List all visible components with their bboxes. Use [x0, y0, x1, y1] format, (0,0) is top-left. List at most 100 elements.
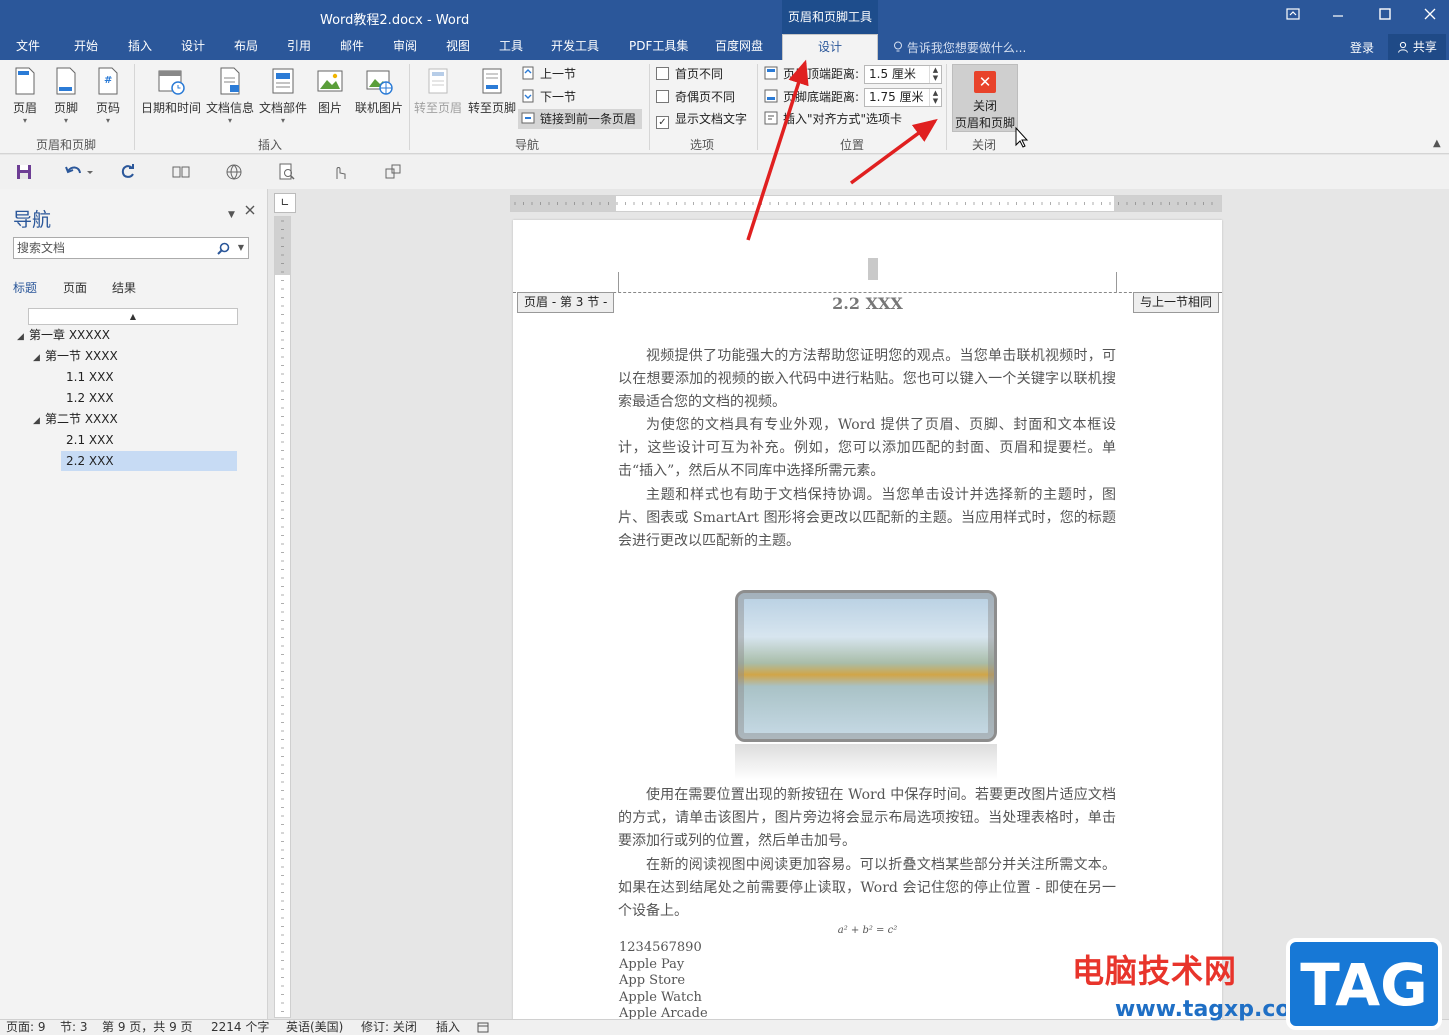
nav-options-dropdown-icon[interactable]: ▼: [228, 210, 235, 220]
horizontal-ruler-ticks: [511, 196, 1221, 211]
nav-search-input[interactable]: 搜索文档 ▼: [13, 237, 249, 259]
body-paragraph[interactable]: 在新的阅读视图中阅读更加容易。可以折叠文档某些部分并关注所需文本。如果在达到结尾…: [618, 854, 1116, 923]
status-track-changes[interactable]: 修订: 关闭: [361, 1020, 417, 1035]
nav-close-icon[interactable]: [244, 204, 256, 219]
list-item[interactable]: 1234567890: [619, 940, 702, 955]
tab-stop-selector[interactable]: ∟: [274, 193, 296, 213]
share-button[interactable]: 共享: [1388, 34, 1446, 60]
left-tab-icon: ∟: [280, 196, 290, 209]
tab-design-page[interactable]: 设计: [175, 34, 211, 60]
tree-item[interactable]: ◢ 第一节 XXXX: [33, 346, 118, 366]
body-paragraph[interactable]: 为使您的文档具有专业外观，Word 提供了页眉、页脚、封面和文本框设计，这些设计…: [618, 414, 1116, 483]
tree-item[interactable]: 1.2 XXX: [66, 388, 114, 408]
tab-baidu-pan[interactable]: 百度网盘: [709, 34, 769, 60]
save-icon[interactable]: [15, 163, 33, 181]
show-doc-text-label: 显示文档文字: [675, 112, 748, 126]
body-paragraph[interactable]: 视频提供了功能强大的方法帮助您证明您的观点。当您单击联机视频时，可以在想要添加的…: [618, 345, 1116, 414]
spin-arrows-icon[interactable]: ▲ ▼: [929, 66, 941, 83]
document-page[interactable]: 页眉 - 第 3 节 - 与上一节相同 2.2 XXX 视频提供了功能强大的方法…: [513, 220, 1222, 1020]
tree-item[interactable]: ◢ 第一章 XXXXX: [17, 325, 110, 345]
minimize-icon[interactable]: [1326, 4, 1350, 28]
read-mode-icon[interactable]: [172, 163, 190, 181]
doc-info-label: 文档信息: [205, 101, 254, 115]
picture-button[interactable]: 图片: [308, 64, 352, 134]
expanded-triangle-icon[interactable]: ◢: [33, 348, 45, 368]
expanded-triangle-icon[interactable]: ◢: [17, 327, 29, 347]
collapse-all-bar[interactable]: ▲: [28, 308, 238, 325]
next-section-button[interactable]: 下一节: [521, 87, 576, 107]
tree-item[interactable]: 1.1 XXX: [66, 367, 114, 387]
list-item[interactable]: Apple Watch: [619, 990, 702, 1005]
tab-mailings[interactable]: 邮件: [334, 34, 370, 60]
print-preview-icon[interactable]: [278, 163, 296, 181]
status-insert-mode[interactable]: 插入: [436, 1020, 460, 1035]
tab-review[interactable]: 审阅: [387, 34, 423, 60]
date-time-button[interactable]: 日期和时间: [140, 64, 202, 134]
tab-references[interactable]: 引用: [281, 34, 317, 60]
tab-tools[interactable]: 工具: [493, 34, 529, 60]
status-language[interactable]: 英语(美国): [286, 1020, 343, 1035]
goto-footer-button[interactable]: 转至页脚: [466, 64, 518, 134]
page-number-button[interactable]: # 页码 ▾: [83, 64, 133, 134]
touch-mode-icon[interactable]: [331, 163, 349, 181]
status-page[interactable]: 页面: 9: [6, 1020, 46, 1035]
maximize-icon[interactable]: [1373, 4, 1397, 28]
body-paragraph[interactable]: 使用在需要位置出现的新按钮在 Word 中保存时间。若要更改图片适应文档的方式，…: [618, 784, 1116, 853]
tree-item-selected[interactable]: 2.2 XXX: [61, 451, 237, 471]
ribbon-display-icon[interactable]: [1281, 4, 1305, 28]
status-page-of[interactable]: 第 9 页，共 9 页: [102, 1020, 193, 1035]
list-item[interactable]: Apple Pay: [619, 957, 684, 972]
tab-file[interactable]: 文件: [10, 34, 46, 60]
link-previous-button[interactable]: 链接到前一条页眉: [518, 109, 643, 129]
redo-icon[interactable]: [119, 163, 137, 181]
header-title[interactable]: 2.2 XXX: [513, 294, 1222, 313]
vertical-ruler[interactable]: [274, 216, 291, 1018]
different-first-page-checkbox[interactable]: 首页不同: [656, 64, 723, 84]
tab-home[interactable]: 开始: [68, 34, 104, 60]
math-formula[interactable]: a² + b² = c²: [513, 925, 1222, 936]
tab-layout[interactable]: 布局: [228, 34, 264, 60]
search-icon[interactable]: [217, 241, 230, 261]
landscape-picture[interactable]: [735, 590, 997, 742]
collapse-ribbon-icon[interactable]: ▲: [1433, 138, 1441, 149]
status-section[interactable]: 节: 3: [60, 1020, 88, 1035]
different-first-page-label: 首页不同: [675, 67, 724, 81]
tab-pdf-tools[interactable]: PDF工具集: [623, 34, 694, 60]
nav-tab-headings[interactable]: 标题: [13, 279, 37, 296]
horizontal-ruler[interactable]: [510, 195, 1222, 212]
close-window-icon[interactable]: [1418, 4, 1442, 28]
customize-qat-icon[interactable]: [384, 163, 402, 181]
macro-record-icon[interactable]: [477, 1020, 489, 1035]
doc-parts-button[interactable]: 文档部件 ▾: [257, 64, 309, 134]
tab-view[interactable]: 视图: [440, 34, 476, 60]
expanded-triangle-icon[interactable]: ◢: [33, 411, 45, 431]
header-top-distance-input[interactable]: 1.5 厘米 ▲ ▼: [864, 65, 942, 84]
web-layout-icon[interactable]: [225, 163, 243, 181]
footer-bottom-distance-input[interactable]: 1.75 厘米 ▲ ▼: [864, 88, 942, 107]
doc-info-button[interactable]: 文档信息 ▾: [204, 64, 256, 134]
body-paragraph[interactable]: 主题和样式也有助于文档保持协调。当您单击设计并选择新的主题时，图片、图表或 Sm…: [618, 484, 1116, 553]
prev-section-button[interactable]: 上一节: [521, 64, 576, 84]
goto-header-button[interactable]: 转至页眉: [412, 64, 464, 134]
tree-item[interactable]: 2.1 XXX: [66, 430, 114, 450]
list-item[interactable]: Apple Arcade: [619, 1006, 708, 1020]
doc-parts-icon: [268, 66, 298, 96]
tell-me-box[interactable]: 告诉我您想要做什么...: [893, 39, 1026, 56]
tab-developer[interactable]: 开发工具: [545, 34, 605, 60]
tree-item[interactable]: ◢ 第二节 XXXX: [33, 409, 118, 429]
online-picture-button[interactable]: 联机图片: [352, 64, 406, 134]
close-header-footer-button[interactable]: ✕ 关闭 页眉和页脚: [952, 64, 1018, 132]
tab-design-header-footer[interactable]: 设计: [782, 34, 878, 60]
insert-align-tab-button[interactable]: 插入"对齐方式"选项卡: [764, 109, 902, 129]
nav-tab-results[interactable]: 结果: [112, 279, 136, 296]
undo-icon[interactable]: [64, 163, 94, 181]
spin-arrows-icon[interactable]: ▲ ▼: [929, 89, 941, 106]
list-item[interactable]: App Store: [619, 973, 685, 988]
show-doc-text-checkbox[interactable]: ✓ 显示文档文字: [656, 109, 747, 129]
nav-tab-pages[interactable]: 页面: [63, 279, 87, 296]
search-dropdown-icon[interactable]: ▼: [238, 238, 244, 258]
tab-insert[interactable]: 插入: [122, 34, 158, 60]
status-word-count[interactable]: 2214 个字: [211, 1020, 269, 1035]
different-odd-even-checkbox[interactable]: 奇偶页不同: [656, 87, 735, 107]
login-link[interactable]: 登录: [1350, 39, 1374, 56]
